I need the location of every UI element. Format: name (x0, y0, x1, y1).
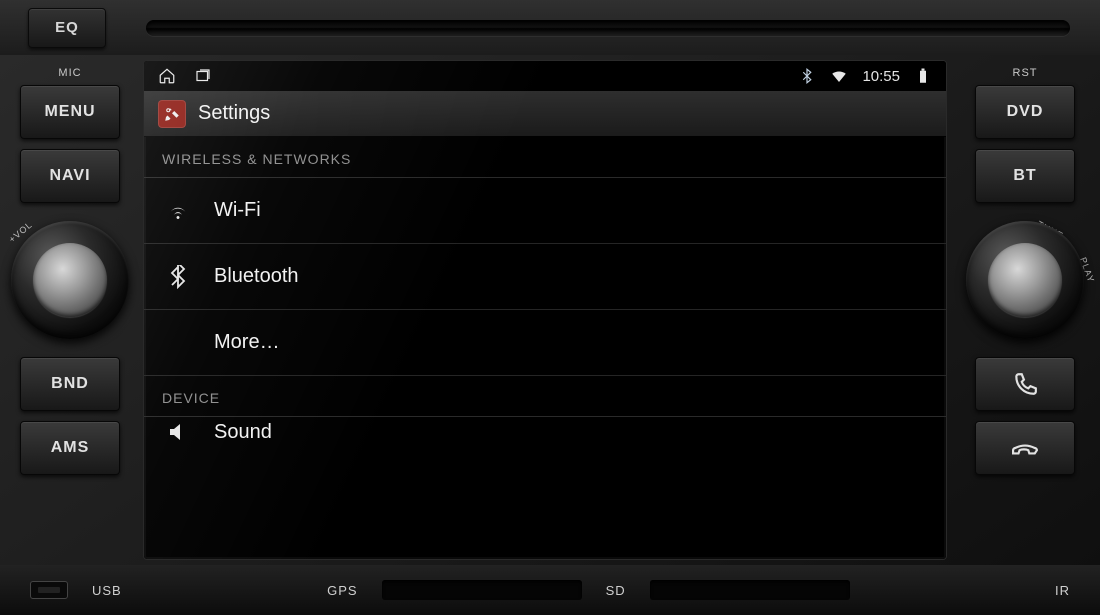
call-hangup-button[interactable] (975, 421, 1075, 475)
wifi-status-icon (830, 67, 848, 85)
bluetooth-icon (164, 265, 192, 289)
settings-item-label: Wi-Fi (214, 199, 261, 222)
bnd-button[interactable]: BND (20, 357, 120, 411)
settings-item-sound[interactable]: Sound (144, 417, 946, 447)
usb-port[interactable] (30, 581, 68, 599)
volume-knob[interactable]: +VOL (11, 221, 129, 339)
ir-label: IR (1055, 583, 1070, 598)
rst-label: RST (1013, 67, 1038, 79)
gps-sd-slot[interactable] (382, 580, 582, 600)
settings-icon (158, 100, 186, 128)
home-icon[interactable] (158, 67, 176, 85)
usb-label: USB (92, 583, 122, 598)
wifi-icon (164, 199, 192, 223)
head-unit: EQ MIC MENU NAVI +VOL BND AMS (0, 0, 1100, 615)
disc-slot[interactable] (146, 20, 1070, 36)
clock: 10:55 (862, 68, 900, 85)
settings-item-label: More… (214, 331, 280, 354)
mid-row: MIC MENU NAVI +VOL BND AMS (0, 55, 1100, 565)
settings-item-label: Sound (214, 421, 272, 444)
left-button-column: MIC MENU NAVI +VOL BND AMS (0, 55, 140, 565)
sd-label: SD (606, 583, 626, 598)
section-header-device: DEVICE (144, 376, 946, 417)
settings-item-label: Bluetooth (214, 265, 299, 288)
android-status-bar[interactable]: 10:55 (144, 61, 946, 91)
dvd-button[interactable]: DVD (975, 85, 1075, 139)
mic-label: MIC (58, 67, 81, 79)
phone-icon (1012, 371, 1038, 397)
bluetooth-status-icon (798, 67, 816, 85)
right-button-column: RST DVD BT TUNE PLAY (950, 55, 1100, 565)
settings-title-bar: Settings (144, 91, 946, 137)
section-header-wireless: WIRELESS & NETWORKS (144, 137, 946, 178)
sd-slot[interactable] (650, 580, 850, 600)
phone-down-icon (1012, 435, 1038, 461)
navi-button[interactable]: NAVI (20, 149, 120, 203)
settings-item-bluetooth[interactable]: Bluetooth (144, 244, 946, 310)
sound-icon (164, 420, 192, 444)
bt-button[interactable]: BT (975, 149, 1075, 203)
ams-button[interactable]: AMS (20, 421, 120, 475)
gps-label: GPS (327, 583, 357, 598)
eq-button[interactable]: EQ (28, 8, 106, 48)
tune-knob[interactable]: TUNE PLAY (966, 221, 1084, 339)
recents-icon[interactable] (194, 67, 212, 85)
bottom-bezel: USB GPS SD IR (0, 565, 1100, 615)
touchscreen[interactable]: 10:55 Settings WIRELESS & NETWORKS Wi-Fi (144, 61, 946, 559)
menu-button[interactable]: MENU (20, 85, 120, 139)
call-answer-button[interactable] (975, 357, 1075, 411)
settings-title: Settings (198, 102, 270, 125)
top-bezel: EQ (0, 0, 1100, 55)
battery-icon (914, 67, 932, 85)
settings-item-more[interactable]: More… (144, 310, 946, 376)
settings-item-wifi[interactable]: Wi-Fi (144, 178, 946, 244)
